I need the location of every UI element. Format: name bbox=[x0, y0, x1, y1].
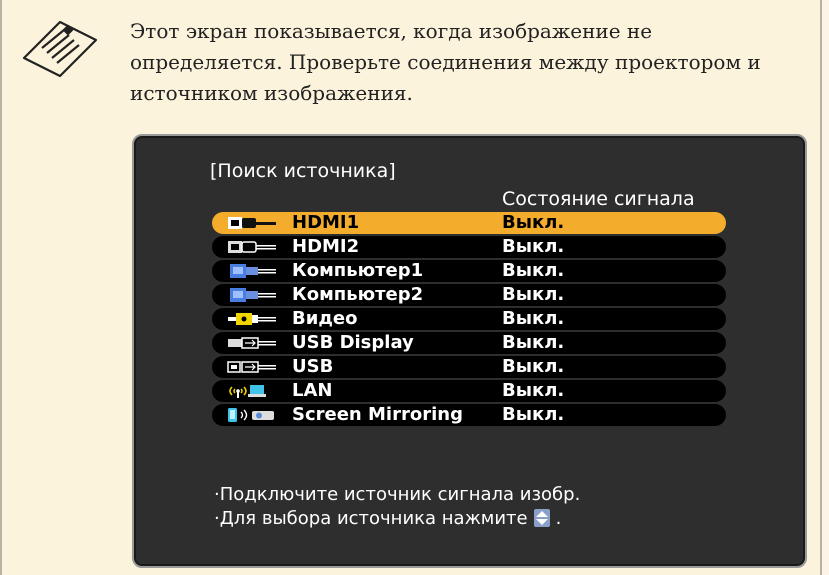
source-status: Выкл. bbox=[502, 404, 565, 425]
source-status: Выкл. bbox=[502, 260, 565, 281]
source-status: Выкл. bbox=[502, 332, 565, 353]
source-search-screen: [Поиск источника] Состояние сигнала HDMI… bbox=[132, 134, 807, 568]
source-name: USB Display bbox=[292, 332, 414, 353]
computer-vga-icon bbox=[230, 264, 276, 278]
source-item-hdmi2[interactable]: HDMI2 Выкл. bbox=[212, 236, 726, 258]
computer-vga-icon bbox=[230, 288, 276, 302]
source-name: Компьютер2 bbox=[292, 284, 424, 305]
source-item-hdmi1[interactable]: HDMI1 Выкл. bbox=[212, 212, 726, 234]
source-item-screen-mirroring[interactable]: Screen Mirroring Выкл. bbox=[212, 404, 726, 426]
hint-select: ·Для выбора источника нажмите . bbox=[214, 508, 561, 529]
signal-status-header: Состояние сигнала bbox=[502, 188, 695, 210]
source-name: Компьютер1 bbox=[292, 260, 424, 281]
note-line: источником изображения. bbox=[130, 81, 413, 105]
source-status: Выкл. bbox=[502, 308, 565, 329]
source-status: Выкл. bbox=[502, 236, 565, 257]
screen-mirroring-icon bbox=[228, 408, 274, 422]
source-item-usb-display[interactable]: USB Display Выкл. bbox=[212, 332, 726, 354]
source-item-lan[interactable]: LAN Выкл. bbox=[212, 380, 726, 402]
usb-icon bbox=[227, 361, 276, 373]
hint-connect: ·Подключите источник сигнала изобр. bbox=[214, 484, 581, 505]
source-item-computer1[interactable]: Компьютер1 Выкл. bbox=[212, 260, 726, 282]
source-item-usb[interactable]: USB Выкл. bbox=[212, 356, 726, 378]
lan-wireless-icon bbox=[229, 385, 266, 398]
source-status: Выкл. bbox=[502, 212, 565, 233]
hdmi-icon bbox=[228, 217, 276, 229]
note-line: Этот экран показывается, когда изображен… bbox=[130, 19, 653, 43]
note-pencil-icon bbox=[22, 20, 98, 78]
source-name: HDMI1 bbox=[292, 212, 360, 233]
source-status: Выкл. bbox=[502, 284, 565, 305]
hint-select-suffix: . bbox=[555, 508, 562, 529]
source-name: HDMI2 bbox=[292, 236, 360, 257]
source-name: Screen Mirroring bbox=[292, 404, 463, 425]
hdmi-icon bbox=[228, 241, 276, 253]
source-item-video[interactable]: Видео Выкл. bbox=[212, 308, 726, 330]
source-name: USB bbox=[292, 356, 334, 377]
up-down-arrow-icon bbox=[533, 509, 550, 527]
note-line: определяется. Проверьте соединения между… bbox=[130, 50, 761, 74]
note-box: Этот экран показывается, когда изображен… bbox=[0, 0, 822, 575]
source-status: Выкл. bbox=[502, 380, 565, 401]
source-item-computer2[interactable]: Компьютер2 Выкл. bbox=[212, 284, 726, 306]
hint-select-text: ·Для выбора источника нажмите bbox=[214, 508, 528, 529]
screen-title: [Поиск источника] bbox=[210, 160, 396, 182]
note-text: Этот экран показывается, когда изображен… bbox=[130, 16, 820, 109]
source-name: LAN bbox=[292, 380, 333, 401]
video-rca-icon bbox=[228, 313, 276, 325]
source-list: HDMI1 Выкл. HDMI2 Выкл. Компьютер1 Выкл. bbox=[212, 212, 726, 428]
source-status: Выкл. bbox=[502, 356, 565, 377]
source-name: Видео bbox=[292, 308, 358, 329]
usb-display-icon bbox=[228, 337, 276, 349]
